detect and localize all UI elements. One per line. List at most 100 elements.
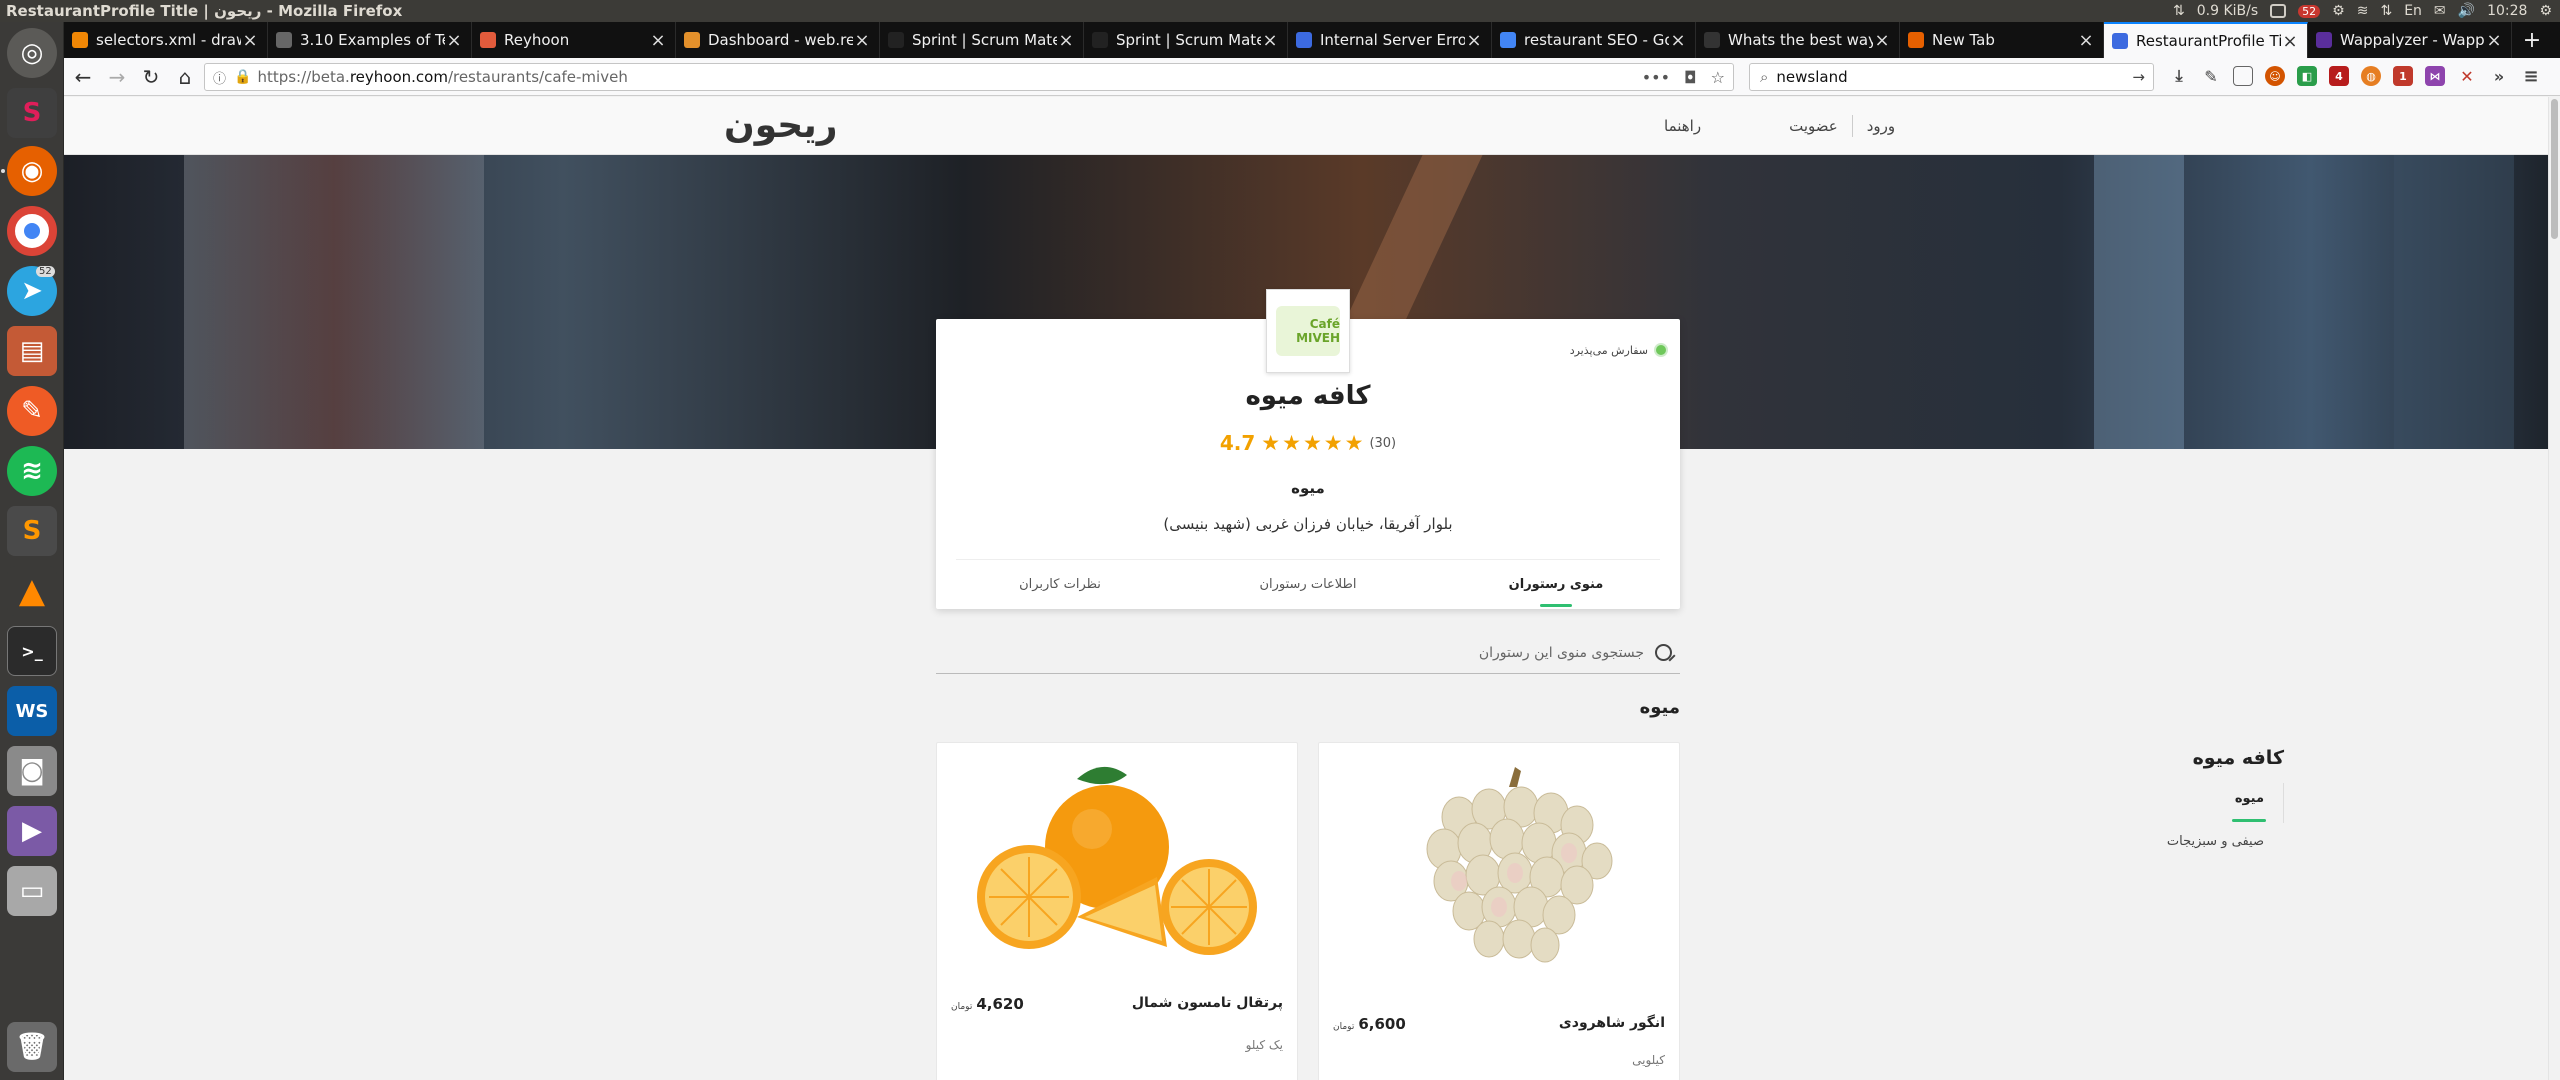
postman-icon[interactable]: ✎ <box>7 386 57 436</box>
drive-icon[interactable]: ▭ <box>7 866 57 916</box>
tab-info[interactable]: اطلاعات رستوران <box>1184 571 1432 609</box>
page-actions-icon[interactable]: ••• <box>1642 68 1670 87</box>
back-icon[interactable]: ← <box>68 62 98 92</box>
browser-tab[interactable]: Sprint | Scrum Mate × <box>880 22 1084 58</box>
terminal-icon[interactable]: >_ <box>7 626 57 676</box>
scrollbar-thumb[interactable] <box>2551 99 2558 239</box>
food-price: 4,620تومان <box>951 995 1024 1013</box>
search-go-icon[interactable]: → <box>2132 68 2145 86</box>
page-scrollbar[interactable] <box>2548 97 2560 1080</box>
section-title: میوه <box>1639 697 1680 718</box>
menu-search-input[interactable] <box>1054 644 1654 661</box>
star-icon: ★ <box>1282 431 1301 455</box>
sync-icon[interactable]: ⇅ <box>2380 3 2392 19</box>
search-bar[interactable]: ⌕ newsland → <box>1749 63 2154 91</box>
info-icon[interactable]: ⓘ <box>213 68 226 87</box>
reyhoon-extension-icon[interactable]: ☺ <box>2265 66 2285 86</box>
tab-reviews[interactable]: نظرات کاربران <box>936 571 1184 609</box>
lock-icon[interactable]: 🔒 <box>234 69 251 85</box>
hamburger-menu-icon[interactable]: ≡ <box>2521 66 2541 87</box>
browser-tab[interactable]: New Tab × <box>1900 22 2104 58</box>
eyedropper-icon[interactable]: ✎ <box>2201 66 2221 86</box>
food-card[interactable]: انگور شاهرودی 6,600تومان کیلویی <box>1318 742 1680 1080</box>
settings-gear-icon[interactable]: ⚙ <box>2332 3 2345 19</box>
rating-count[interactable]: (30) <box>1369 436 1396 451</box>
bookmark-star-icon[interactable]: ☆ <box>1711 68 1725 87</box>
screenshot-icon[interactable]: ◙ <box>7 746 57 796</box>
tab-close-icon[interactable]: × <box>1669 30 1687 51</box>
sublime-icon[interactable]: S <box>7 506 57 556</box>
rating-score: 4.7 <box>1219 431 1256 455</box>
battery-icon[interactable] <box>2270 4 2287 18</box>
star-icon: ★ <box>1302 431 1322 455</box>
network-arrows-icon[interactable]: ⇅ <box>2173 3 2185 19</box>
mail-extension-icon[interactable]: 1 <box>2393 66 2413 86</box>
tab-close-icon[interactable]: × <box>2281 31 2299 52</box>
food-card[interactable]: پرتقال تامسون شمال 4,620تومان یک کیلو <box>936 742 1298 1080</box>
wifi-icon[interactable]: ≋ <box>2357 3 2369 19</box>
new-tab-icon[interactable]: + <box>2512 22 2552 58</box>
webstorm-icon[interactable]: WS <box>7 686 57 736</box>
tools-extension-icon[interactable]: ✕ <box>2457 66 2477 86</box>
food-description: کیلویی <box>1632 1053 1665 1067</box>
browser-tab[interactable]: 3.10 Examples of Test× <box>268 22 472 58</box>
dash-icon[interactable]: ◎ <box>7 28 57 78</box>
sidebar-icon[interactable] <box>2233 66 2253 86</box>
sidebar-category-fruits[interactable]: میوه <box>2104 783 2284 823</box>
site-logo[interactable]: ریحون <box>724 105 837 146</box>
browser-tab[interactable]: Internal Server Error × <box>1288 22 1492 58</box>
overflow-menu-icon[interactable]: » <box>2489 66 2509 86</box>
download-icon[interactable]: ⤓ <box>2169 66 2189 86</box>
notification-badge[interactable]: 52 <box>2298 4 2321 18</box>
slack-icon[interactable]: S <box>7 88 57 138</box>
login-link[interactable]: ورود <box>1867 117 1895 135</box>
green-extension-icon[interactable]: ◧ <box>2297 66 2317 86</box>
mail-icon[interactable]: ✉ <box>2434 3 2446 19</box>
reload-icon[interactable]: ↻ <box>136 62 166 92</box>
tab-close-icon[interactable]: × <box>1465 30 1483 51</box>
trash-icon[interactable]: 🗑 <box>7 1022 57 1072</box>
browser-tab[interactable]: RestaurantProfile Title× <box>2104 22 2308 58</box>
red-extension-icon[interactable]: 4 <box>2329 66 2349 86</box>
power-gear-icon[interactable]: ⚙ <box>2539 3 2552 19</box>
browser-tab[interactable]: Whats the best way to× <box>1696 22 1900 58</box>
tab-close-icon[interactable]: × <box>241 30 259 51</box>
tab-favicon-icon <box>2112 33 2128 49</box>
volume-icon[interactable]: 🔊 <box>2458 3 2475 19</box>
vlc-icon[interactable]: ▲ <box>7 566 57 616</box>
firefox-icon[interactable]: ◉ <box>7 146 57 196</box>
tab-close-icon[interactable]: × <box>445 30 463 51</box>
browser-tab[interactable]: restaurant SEO - Google× <box>1492 22 1696 58</box>
files-icon[interactable]: ▤ <box>7 326 57 376</box>
chrome-icon[interactable] <box>7 206 57 256</box>
url-bar[interactable]: ⓘ 🔒 https://beta. reyhoon.com/restaurants… <box>204 63 1734 91</box>
browser-tab[interactable]: Dashboard - web.reyhoon× <box>676 22 880 58</box>
tab-close-icon[interactable]: × <box>1261 30 1279 51</box>
browser-tab[interactable]: Reyhoon × <box>472 22 676 58</box>
keyboard-icon[interactable]: En <box>2404 3 2422 19</box>
wappalyzer-extension-icon[interactable]: ⋈ <box>2425 66 2445 86</box>
forward-icon[interactable]: → <box>102 62 132 92</box>
sidebar-category-vegetables[interactable]: صیفی و سبزیجات <box>2104 834 2284 849</box>
tab-close-icon[interactable]: × <box>2485 30 2503 51</box>
tab-close-icon[interactable]: × <box>1057 30 1075 51</box>
tab-close-icon[interactable]: × <box>1873 30 1891 51</box>
browser-tab[interactable]: selectors.xml - draw.io× <box>64 22 268 58</box>
clock[interactable]: 10:28 <box>2487 3 2527 19</box>
pocket-icon[interactable]: ◘ <box>1684 68 1697 87</box>
tab-close-icon[interactable]: × <box>853 30 871 51</box>
signup-link[interactable]: عضویت <box>1789 117 1838 135</box>
tab-close-icon[interactable]: × <box>649 30 667 51</box>
browser-tab[interactable]: Sprint | Scrum Mate × <box>1084 22 1288 58</box>
tab-close-icon[interactable]: × <box>2077 30 2095 51</box>
hero-shape <box>2394 155 2514 449</box>
browser-tab[interactable]: Wappalyzer - Wappalyzer× <box>2308 22 2512 58</box>
video-icon[interactable]: ▶ <box>7 806 57 856</box>
help-link[interactable]: راهنما <box>1664 117 1701 135</box>
card-divider <box>956 559 1660 560</box>
home-icon[interactable]: ⌂ <box>170 62 200 92</box>
tab-menu[interactable]: منوی رستوران <box>1432 571 1680 609</box>
orange-extension-icon[interactable]: ◍ <box>2361 66 2381 86</box>
star-icon: ★ <box>1344 431 1364 455</box>
spotify-icon[interactable]: ≋ <box>7 446 57 496</box>
